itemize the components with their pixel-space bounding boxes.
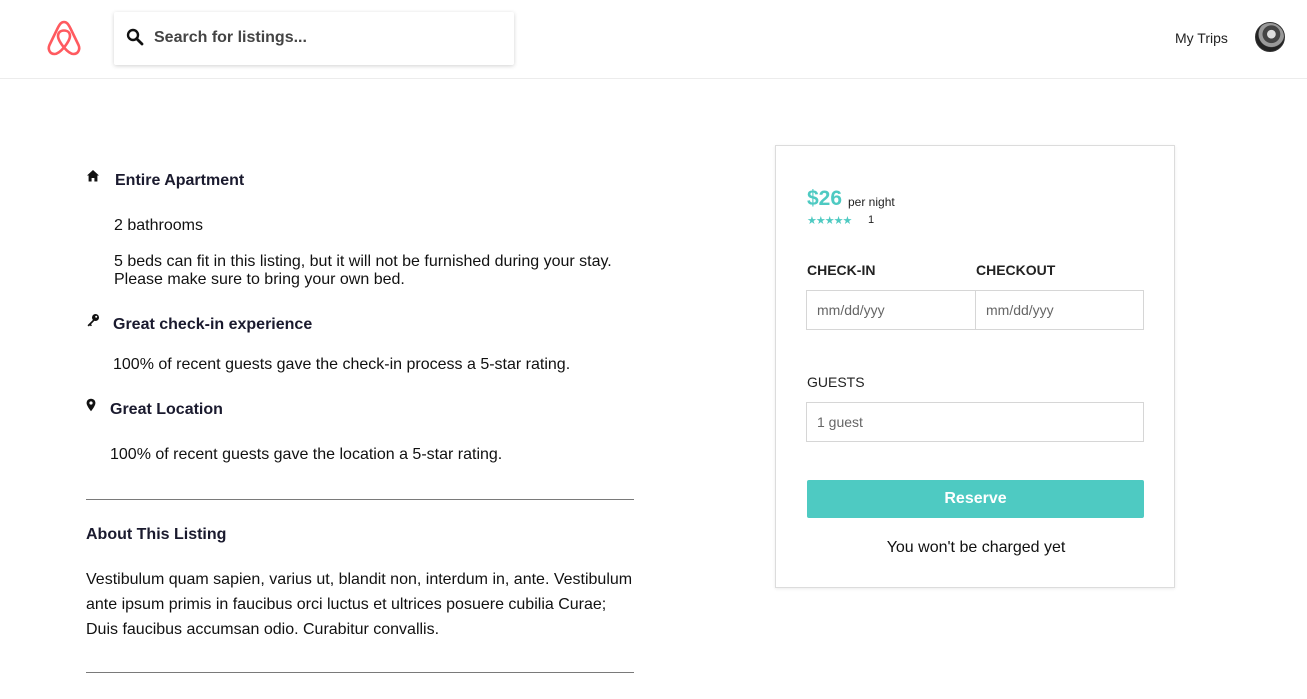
section-divider-bottom <box>86 672 634 673</box>
rating-stars: ★★★★★ <box>807 215 852 227</box>
price: $26 <box>807 187 843 210</box>
key-icon <box>87 314 99 327</box>
review-count: 1 <box>868 214 875 226</box>
feature-detail-location: 100% of recent guests gave the location … <box>110 446 503 463</box>
search-icon <box>126 28 144 46</box>
about-title: About This Listing <box>86 526 227 543</box>
feature-title-entire-apartment: Entire Apartment <box>115 172 245 189</box>
user-avatar[interactable] <box>1255 22 1285 52</box>
feature-detail-beds: 5 beds can fit in this listing, but it w… <box>114 253 612 288</box>
top-navbar: My Trips <box>0 0 1307 79</box>
feature-title-check-in: Great check-in experience <box>113 316 313 333</box>
checkout-label: CHECKOUT <box>976 262 1056 278</box>
reserve-button[interactable]: Reserve <box>807 480 1144 518</box>
booking-card: $26 per night ★★★★★ 1 CHECK-IN CHECKOUT … <box>775 145 1175 588</box>
feature-title-location: Great Location <box>110 401 223 418</box>
no-charge-note: You won't be charged yet <box>886 539 1066 556</box>
checkout-field[interactable] <box>975 290 1144 330</box>
about-text: Vestibulum quam sapien, varius ut, bland… <box>86 571 633 638</box>
guests-label: GUESTS <box>807 374 865 390</box>
feature-detail-check-in: 100% of recent guests gave the check-in … <box>113 356 571 373</box>
home-icon <box>87 170 99 182</box>
section-divider <box>86 499 634 500</box>
check-in-label: CHECK-IN <box>807 262 876 278</box>
guests-field[interactable] <box>806 402 1144 442</box>
airbnb-logo-icon[interactable] <box>44 18 84 58</box>
search-bar <box>114 12 514 65</box>
my-trips-link[interactable]: My Trips <box>1175 30 1228 46</box>
search-input[interactable] <box>154 24 504 52</box>
location-pin-icon <box>86 398 96 412</box>
per-night-label: per night <box>848 195 895 209</box>
check-in-field[interactable] <box>806 290 976 330</box>
feature-detail-bathrooms: 2 bathrooms <box>114 217 203 234</box>
